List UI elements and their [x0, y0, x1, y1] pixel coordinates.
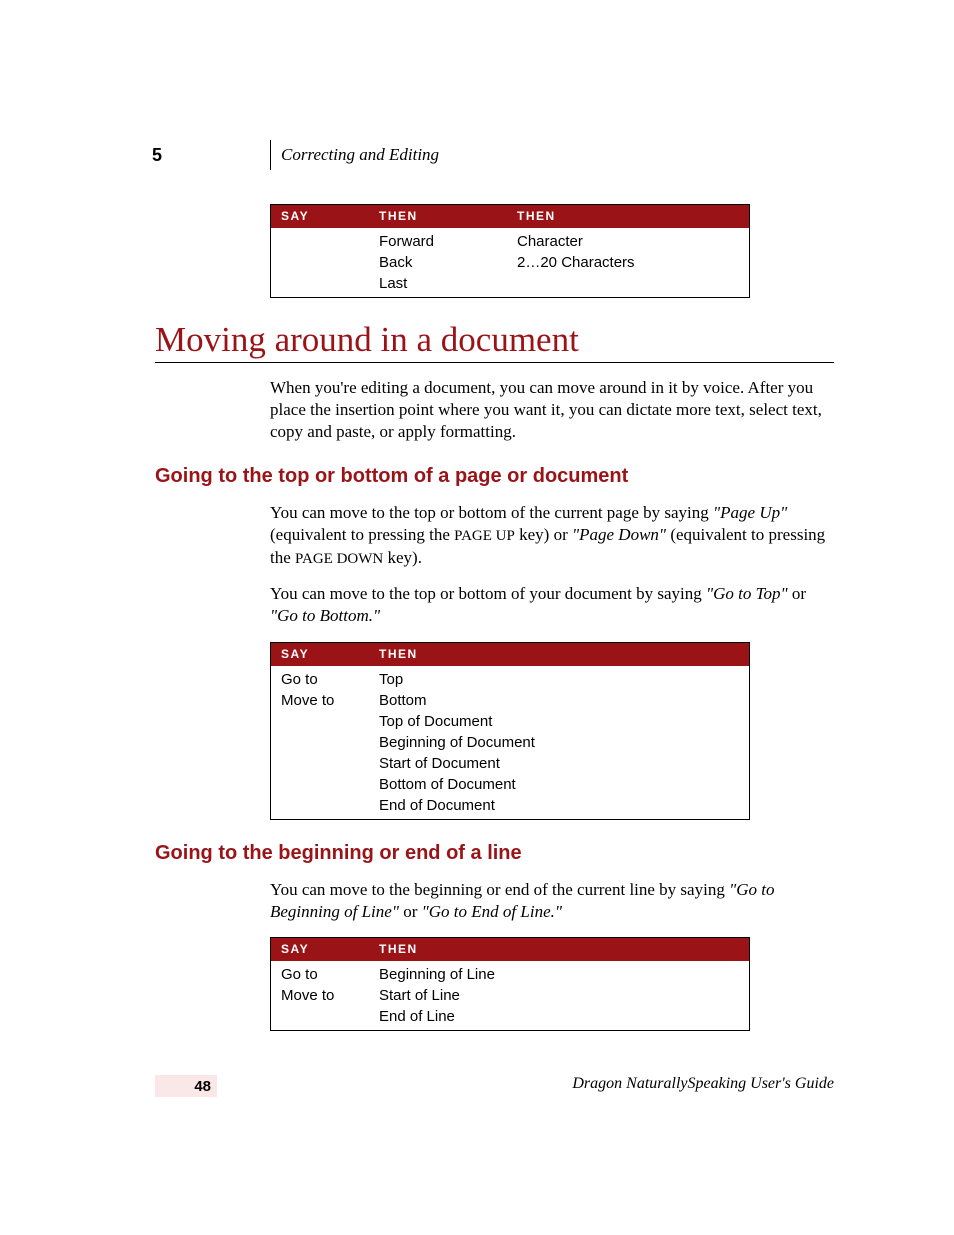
command-table-goto-line: Say Then Go toBeginning of Line Move toS…	[270, 937, 750, 1031]
section-heading-line: Going to the beginning or end of a line	[155, 842, 834, 865]
table-row: Back 2…20 Characters	[271, 252, 750, 273]
col-then: Then	[369, 937, 750, 961]
section-b-paragraph-1: You can move to the beginning or end of …	[270, 879, 834, 923]
col-say: Say	[271, 642, 370, 666]
command-table-movement: Say Then Then Forward Character Back 2…2…	[270, 204, 750, 298]
table-row: Move toBottom	[271, 690, 750, 711]
table-row: Go toTop	[271, 666, 750, 690]
table-row: Top of Document	[271, 711, 750, 732]
table-row: End of Line	[271, 1006, 750, 1031]
col-then: Then	[369, 642, 750, 666]
chapter-number: 5	[152, 145, 270, 166]
command-table-goto-document: Say Then Go toTop Move toBottom Top of D…	[270, 642, 750, 820]
page-header: 5 Correcting and Editing	[152, 140, 834, 170]
page-number-badge: 48	[155, 1075, 217, 1097]
table-row: Go toBeginning of Line	[271, 961, 750, 985]
table-row: Last	[271, 273, 750, 298]
section-a-paragraph-1: You can move to the top or bottom of the…	[270, 502, 834, 569]
col-then-1: Then	[369, 205, 507, 229]
book-title: Dragon NaturallySpeaking User's Guide	[572, 1075, 834, 1093]
intro-paragraph: When you're editing a document, you can …	[270, 377, 834, 443]
col-say: Say	[271, 937, 370, 961]
header-divider	[270, 140, 271, 170]
table-row: Move toStart of Line	[271, 985, 750, 1006]
table-row: Forward Character	[271, 228, 750, 252]
main-heading: Moving around in a document	[155, 320, 834, 363]
section-heading-top-bottom: Going to the top or bottom of a page or …	[155, 465, 834, 488]
page-footer: 48 Dragon NaturallySpeaking User's Guide	[0, 1075, 954, 1097]
table-row: Beginning of Document	[271, 732, 750, 753]
col-then-2: Then	[507, 205, 750, 229]
chapter-title: Correcting and Editing	[281, 145, 439, 165]
table-row: Start of Document	[271, 753, 750, 774]
section-a-paragraph-2: You can move to the top or bottom of you…	[270, 583, 834, 627]
col-say: Say	[271, 205, 370, 229]
table-row: End of Document	[271, 795, 750, 820]
table-row: Bottom of Document	[271, 774, 750, 795]
page-number: 48	[194, 1078, 211, 1095]
